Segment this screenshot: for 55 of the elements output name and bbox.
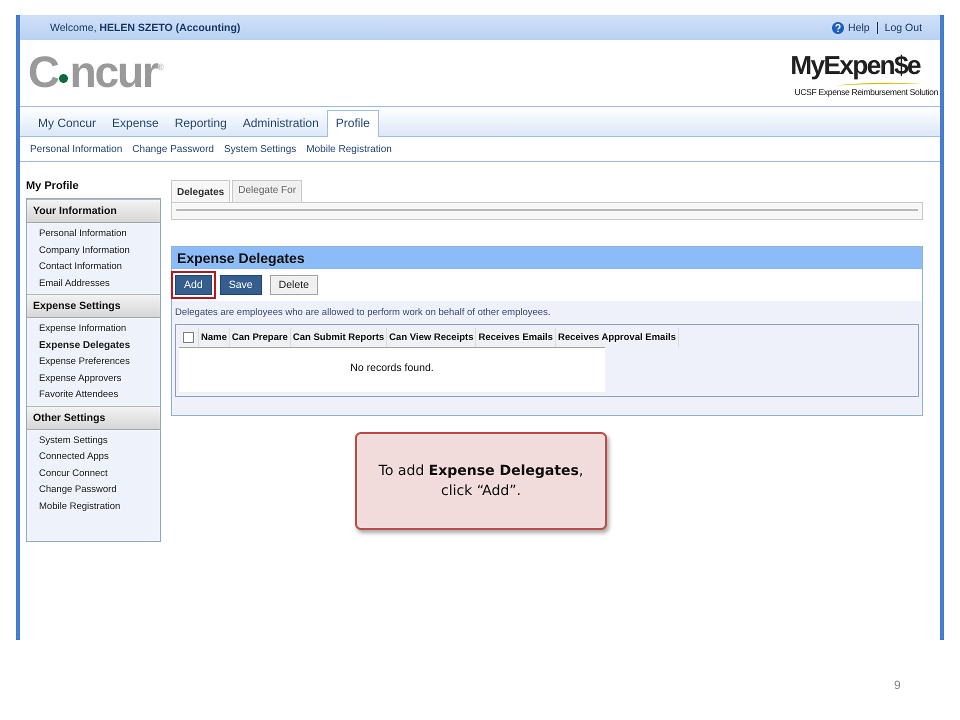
nav-tab[interactable]: Expense xyxy=(104,111,167,136)
help-icon[interactable] xyxy=(832,22,844,34)
nav-tab[interactable]: My Concur xyxy=(30,111,104,136)
empty-message: No records found. xyxy=(349,361,435,376)
sidebar-item[interactable]: Change Password xyxy=(39,482,160,498)
sidebar-item[interactable]: Expense Delegates xyxy=(39,338,160,354)
welcome-text: Welcome, HELEN SZETO (Accounting) xyxy=(50,22,240,34)
brand-subtitle: UCSF Expense Reimbursement Solution xyxy=(794,86,938,96)
nav-tab[interactable]: Administration xyxy=(234,111,327,136)
section-header: Expense Settings xyxy=(27,294,160,318)
callout-text: click “Add”. xyxy=(441,482,521,501)
subnav-link[interactable]: Personal Information xyxy=(30,144,122,154)
column-header[interactable]: Can View Receipts xyxy=(387,328,476,347)
section-header: Other Settings xyxy=(27,406,160,430)
sidebar-item[interactable]: Email Addresses xyxy=(39,276,160,292)
help-link[interactable]: Help xyxy=(848,22,870,34)
sidebar-item[interactable]: Concur Connect xyxy=(39,466,160,482)
select-all-checkbox[interactable] xyxy=(183,332,194,343)
logo-text: C xyxy=(28,48,58,98)
sidebar-item[interactable]: Contact Information xyxy=(39,259,160,276)
sidebar-title: My Profile xyxy=(26,180,80,192)
column-header[interactable]: Receives Emails xyxy=(476,328,556,347)
sidebar-item[interactable]: System Settings xyxy=(39,432,160,449)
sidebar-item[interactable]: Personal Information xyxy=(39,226,160,242)
subnav-link[interactable]: Change Password xyxy=(132,144,214,154)
action-button[interactable]: Add xyxy=(175,275,212,295)
sidebar-item[interactable]: Expense Information xyxy=(39,321,160,338)
section-header: Your Information xyxy=(27,199,160,223)
sidebar-item[interactable]: Company Information xyxy=(39,242,160,259)
callout-text: To add Expense Delegates, xyxy=(378,462,584,481)
nav-tab[interactable]: Reporting xyxy=(166,111,235,136)
nav-tab[interactable]: Profile xyxy=(326,110,379,137)
logout-link[interactable]: Log Out xyxy=(884,22,922,34)
brand-logo: MyExpen$e xyxy=(790,50,920,80)
panel-title: Expense Delegates xyxy=(172,247,922,269)
action-button[interactable]: Save xyxy=(220,275,262,295)
logo-text: ncur xyxy=(70,48,158,98)
action-button[interactable]: Delete xyxy=(270,275,318,295)
column-header[interactable]: Name xyxy=(199,328,230,347)
subnav-link[interactable]: System Settings xyxy=(224,144,296,154)
column-header[interactable]: Receives Approval Emails xyxy=(556,328,679,347)
column-header[interactable]: Can Prepare xyxy=(230,328,291,347)
trademark-mark: ® xyxy=(157,62,164,72)
sidebar-item[interactable]: Expense Preferences xyxy=(39,354,160,370)
logo-dot-icon xyxy=(58,74,68,82)
subnav-link[interactable]: Mobile Registration xyxy=(306,144,392,154)
sidebar-item[interactable]: Expense Approvers xyxy=(39,370,160,387)
sidebar-item[interactable]: Connected Apps xyxy=(39,449,160,466)
description-text: Delegates are employees who are allowed to perform work on behalf of other employees. xyxy=(174,306,552,320)
column-header[interactable]: Can Submit Reports xyxy=(290,328,388,347)
content-tab[interactable]: Delegates xyxy=(171,180,230,202)
page-number: 9 xyxy=(894,678,901,692)
content-tab[interactable]: Delegate For xyxy=(232,180,302,202)
sidebar-item[interactable]: Mobile Registration xyxy=(39,498,160,515)
sidebar-item[interactable]: Favorite Attendees xyxy=(39,387,160,404)
